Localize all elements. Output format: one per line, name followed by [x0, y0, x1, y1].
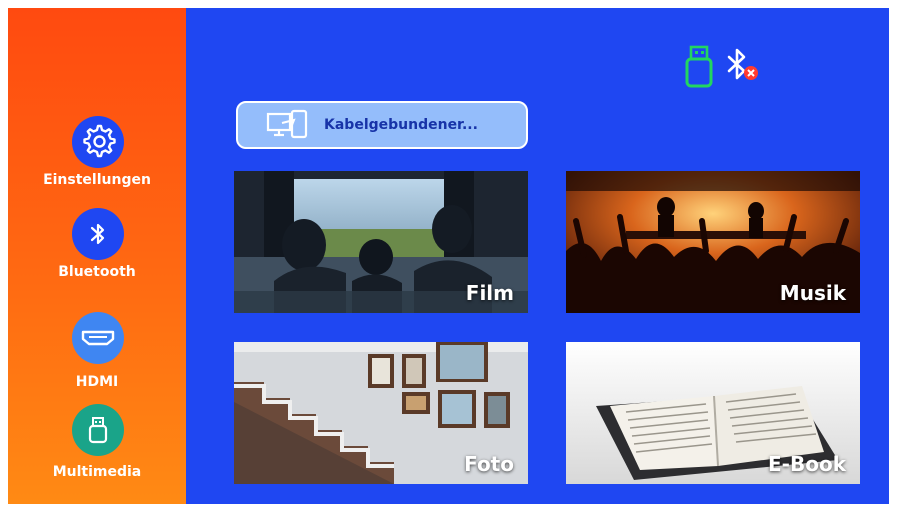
tile-film[interactable]: Film — [234, 171, 528, 313]
tile-musik[interactable]: Musik — [566, 171, 860, 313]
sidebar-item-multimedia[interactable]: Multimedia — [8, 404, 186, 490]
usb-drive-icon — [682, 44, 716, 94]
gear-icon — [72, 116, 124, 168]
sidebar-item-label: Multimedia — [52, 464, 142, 480]
sidebar-item-label: Bluetooth — [58, 264, 136, 280]
tile-ebook-label: E-Book — [768, 452, 846, 476]
sidebar: Einstellungen Bluetooth HDMI Multimedia — [8, 8, 186, 504]
tile-ebook[interactable]: E-Book — [566, 342, 860, 484]
wired-connection-label: Kabelgebundener... — [324, 117, 478, 133]
hdmi-icon — [72, 312, 124, 364]
sidebar-item-hdmi[interactable]: HDMI — [8, 312, 186, 398]
wired-connection-button[interactable]: Kabelgebundener... — [236, 101, 528, 149]
tile-musik-label: Musik — [779, 281, 846, 305]
sidebar-item-label: Einstellungen — [43, 172, 151, 188]
bluetooth-disconnected-icon — [722, 46, 764, 92]
screen-mirroring-icon — [264, 108, 314, 142]
main-panel: Kabelgebundener... Film Musik Foto E-Boo… — [186, 8, 889, 504]
sidebar-item-einstellungen[interactable]: Einstellungen — [8, 116, 186, 202]
tile-film-label: Film — [465, 281, 514, 305]
usb-icon — [72, 404, 124, 456]
bluetooth-icon — [72, 208, 124, 260]
tile-foto-label: Foto — [464, 452, 514, 476]
sidebar-item-label: HDMI — [75, 374, 119, 390]
tile-foto[interactable]: Foto — [234, 342, 528, 484]
sidebar-item-bluetooth[interactable]: Bluetooth — [8, 208, 186, 294]
